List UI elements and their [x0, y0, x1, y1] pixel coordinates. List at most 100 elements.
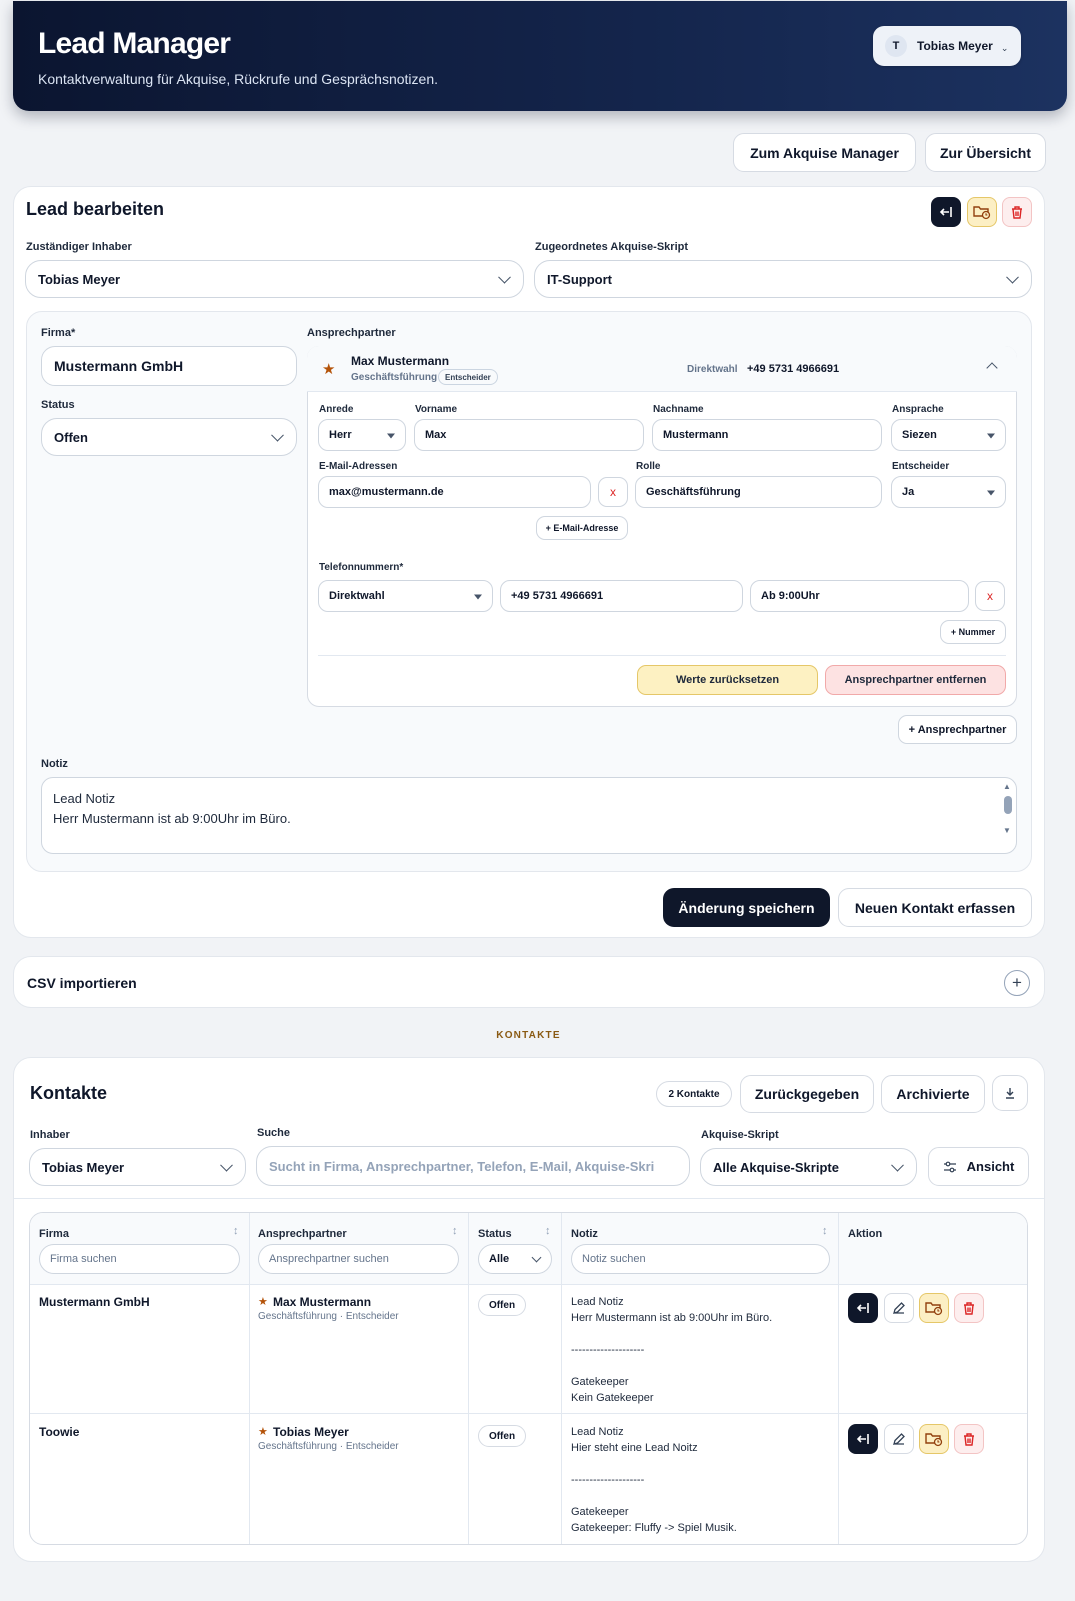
- sort-icon[interactable]: ↕: [233, 1225, 239, 1237]
- owner-select[interactable]: Tobias Meyer: [25, 260, 524, 298]
- row-1-archive-button[interactable]: [919, 1293, 949, 1323]
- filter-notiz-input[interactable]: Notiz suchen: [571, 1244, 830, 1274]
- company-label: Firma*: [41, 327, 76, 339]
- expand-plus-icon[interactable]: +: [1004, 970, 1030, 996]
- row-1-note: Lead Notiz Herr Mustermann ist ab 9:00Uh…: [571, 1296, 773, 1404]
- col-status[interactable]: Status: [478, 1228, 512, 1240]
- view-button[interactable]: Ansicht: [928, 1147, 1029, 1186]
- save-changes-button[interactable]: Änderung speichern: [663, 888, 830, 927]
- rolle-input[interactable]: Geschäftsführung: [635, 476, 882, 508]
- add-email-button[interactable]: + E-Mail-Adresse: [536, 516, 628, 540]
- decision-maker-badge: Entscheider: [438, 369, 498, 385]
- folder-clock-icon: [973, 206, 991, 220]
- app-subtitle: Kontaktverwaltung für Akquise, Rückrufe …: [38, 71, 438, 87]
- delete-lead-button[interactable]: [1002, 197, 1032, 227]
- scrollbar-thumb[interactable]: [1004, 796, 1012, 814]
- col-ansprechpartner[interactable]: Ansprechpartner: [258, 1228, 347, 1240]
- download-button[interactable]: [992, 1075, 1028, 1111]
- archived-button[interactable]: Archivierte: [881, 1075, 985, 1113]
- note-textarea[interactable]: Lead Notiz Herr Mustermann ist ab 9:00Uh…: [41, 777, 1017, 854]
- add-number-button[interactable]: + Nummer: [940, 620, 1006, 644]
- add-contact-button[interactable]: + Ansprechpartner: [898, 715, 1017, 744]
- filter-script-select[interactable]: Alle Akquise-Skripte: [700, 1148, 917, 1186]
- company-input[interactable]: Mustermann GmbH: [41, 346, 297, 386]
- avatar: T: [885, 35, 907, 57]
- phone-type-value: Direktwahl: [329, 590, 385, 602]
- contacts-label: Ansprechpartner: [307, 327, 396, 339]
- chevron-down-icon: [891, 1158, 904, 1172]
- chevron-down-icon: [531, 1252, 542, 1263]
- nachname-input[interactable]: Mustermann: [652, 419, 882, 451]
- filter-owner-select[interactable]: Tobias Meyer: [29, 1148, 246, 1186]
- sort-icon[interactable]: ↕: [545, 1225, 551, 1237]
- chevron-down-icon: [1006, 270, 1019, 284]
- remove-contact-button[interactable]: Ansprechpartner entfernen: [825, 665, 1006, 695]
- reset-values-button[interactable]: Werte zurücksetzen: [637, 665, 818, 695]
- folder-clock-icon: [925, 1433, 943, 1447]
- row-1-return-button[interactable]: [848, 1293, 878, 1323]
- anrede-select[interactable]: Herr: [318, 419, 406, 451]
- edit-title: Lead bearbeiten: [26, 199, 165, 219]
- note-line-1: Lead Notiz: [53, 791, 116, 806]
- status-value: Offen: [54, 429, 88, 445]
- row-divider: [30, 1413, 1027, 1414]
- entscheider-select[interactable]: Ja: [891, 476, 1006, 508]
- filter-status-value: Alle: [489, 1253, 510, 1265]
- remove-phone-button[interactable]: x: [975, 581, 1005, 611]
- row-2-archive-button[interactable]: [919, 1424, 949, 1454]
- row-1-delete-button[interactable]: [954, 1293, 984, 1323]
- row-2-firma[interactable]: Toowie: [39, 1425, 79, 1439]
- phone-note-input[interactable]: Ab 9:00Uhr: [750, 580, 969, 612]
- row-2-contact[interactable]: Tobias Meyer: [273, 1425, 349, 1439]
- section-label: KONTAKTE: [496, 1030, 561, 1041]
- row-2-edit-button[interactable]: [884, 1424, 914, 1454]
- script-select[interactable]: IT-Support: [534, 260, 1032, 298]
- col-notiz[interactable]: Notiz: [571, 1228, 598, 1240]
- row-1-contact[interactable]: Max Mustermann: [273, 1295, 371, 1309]
- contacts-count-badge: 2 Kontakte: [656, 1081, 732, 1107]
- status-select[interactable]: Offen: [41, 418, 297, 456]
- archive-folder-button[interactable]: [967, 197, 997, 227]
- contact-panel-header[interactable]: [307, 346, 1017, 392]
- filter-firma-input[interactable]: Firma suchen: [39, 1244, 240, 1274]
- new-contact-button[interactable]: Neuen Kontakt erfassen: [838, 888, 1032, 927]
- return-icon: [939, 207, 952, 217]
- phone-type-select[interactable]: Direktwahl: [318, 580, 493, 612]
- ansprache-select[interactable]: Siezen: [891, 419, 1006, 451]
- col-firma[interactable]: Firma: [39, 1228, 69, 1240]
- search-input[interactable]: Sucht in Firma, Ansprechpartner, Telefon…: [256, 1146, 690, 1186]
- sort-icon[interactable]: ↕: [452, 1225, 458, 1237]
- row-2-return-button[interactable]: [848, 1424, 878, 1454]
- app-header: Lead Manager Kontaktverwaltung für Akqui…: [13, 1, 1067, 111]
- scroll-down-icon[interactable]: ▼: [1003, 826, 1011, 835]
- row-2-delete-button[interactable]: [954, 1424, 984, 1454]
- csv-import-card[interactable]: [13, 956, 1045, 1008]
- scroll-up-icon[interactable]: ▲: [1003, 782, 1011, 791]
- row-1-edit-button[interactable]: [884, 1293, 914, 1323]
- ansprache-value: Siezen: [902, 429, 937, 441]
- filter-script-value: Alle Akquise-Skripte: [713, 1159, 839, 1175]
- filter-ansprechpartner-input[interactable]: Ansprechpartner suchen: [258, 1244, 459, 1274]
- remove-email-button[interactable]: x: [598, 477, 628, 507]
- view-label: Ansicht: [966, 1159, 1015, 1174]
- caret-down-icon: [987, 490, 995, 496]
- email-input[interactable]: max@mustermann.de: [318, 476, 591, 508]
- sort-icon[interactable]: ↕: [822, 1225, 828, 1237]
- return-button[interactable]: [931, 197, 961, 227]
- user-menu[interactable]: T Tobias Meyer ⌄: [873, 26, 1021, 66]
- returned-button[interactable]: Zurückgegeben: [740, 1075, 874, 1113]
- return-icon: [856, 1303, 869, 1313]
- filter-status-select[interactable]: Alle: [478, 1244, 552, 1274]
- akquise-manager-button[interactable]: Zum Akquise Manager: [733, 133, 916, 172]
- user-name: Tobias Meyer: [917, 39, 993, 53]
- script-label: Zugeordnetes Akquise-Skript: [535, 241, 689, 253]
- row-1-firma[interactable]: Mustermann GmbH: [39, 1295, 150, 1309]
- overview-button[interactable]: Zur Übersicht: [925, 133, 1046, 172]
- row-1-contact-sub: Geschäftsführung · Entscheider: [258, 1311, 399, 1322]
- phone-number-input[interactable]: +49 5731 4966691: [500, 580, 743, 612]
- chevron-down-icon: [498, 270, 511, 284]
- vorname-input[interactable]: Max: [414, 419, 644, 451]
- company-value: Mustermann GmbH: [54, 358, 184, 374]
- filter-owner-label: Inhaber: [30, 1129, 70, 1141]
- contact-role: Geschäftsführung: [351, 372, 438, 383]
